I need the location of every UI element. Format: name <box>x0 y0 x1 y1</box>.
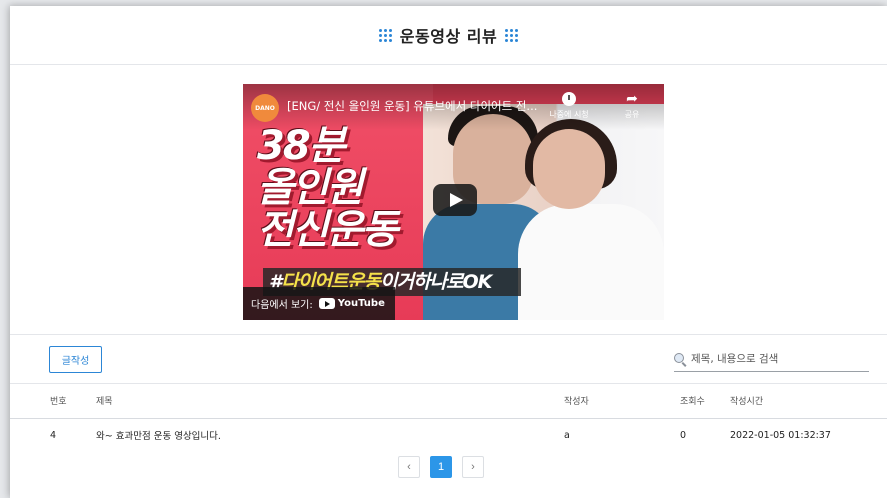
review-board-card: 운동영상 리뷰 38분 올인원 전신운동 #다이어트운동이거하나로OK DANO… <box>10 6 887 498</box>
page-header: 운동영상 리뷰 <box>10 6 887 65</box>
share-button[interactable]: ➦ 공유 <box>617 92 647 120</box>
watch-on-label: 다음에서 보기: <box>251 300 313 311</box>
thumbnail-text-line1: 38분 <box>257 123 345 169</box>
search-input[interactable] <box>691 353 866 365</box>
youtube-play-icon <box>318 298 335 309</box>
play-button[interactable] <box>433 184 477 216</box>
column-header-title: 제목 <box>80 384 564 419</box>
column-header-time: 작성시간 <box>730 384 887 419</box>
write-post-button[interactable]: 글작성 <box>49 346 102 373</box>
watch-on-youtube-link[interactable]: 다음에서 보기: YouTube <box>243 287 395 320</box>
column-header-no: 번호 <box>10 384 80 419</box>
table-row[interactable]: 4 와~ 효과만점 운동 영상입니다. a 0 2022-01-05 01:32… <box>10 418 887 452</box>
video-section: 38분 올인원 전신운동 #다이어트운동이거하나로OK DANO [ENG/ 전… <box>10 65 887 335</box>
cell-author: a <box>564 429 570 441</box>
thumbnail-text-line2: 올인원 <box>257 165 363 211</box>
board-toolbar: 글작성 <box>10 335 887 384</box>
channel-logo[interactable]: DANO <box>251 94 279 122</box>
title-wrap: 운동영상 리뷰 <box>378 23 519 47</box>
banner-suffix: 이거하나로OK <box>380 271 492 293</box>
cell-no: 4 <box>50 429 57 441</box>
page-number-button[interactable]: 1 <box>430 456 452 478</box>
thumbnail-person-right-face <box>533 129 605 209</box>
watch-later-label: 나중에 시청 <box>549 110 589 119</box>
cell-views: 0 <box>680 429 687 441</box>
video-title-link[interactable]: [ENG/ 전신 올인원 운동] 유튜브에서 다이어트 전... <box>287 98 542 114</box>
grid-dots-icon <box>505 28 519 42</box>
thumbnail-text-line3: 전신운동 <box>257 207 398 253</box>
cell-time: 2022-01-05 01:32:37 <box>730 429 831 441</box>
page-title: 운동영상 리뷰 <box>399 27 498 46</box>
column-header-author: 작성자 <box>564 384 680 419</box>
share-label: 공유 <box>624 110 640 119</box>
column-header-views: 조회수 <box>680 384 730 419</box>
thumbnail-person-right-shirt <box>518 204 664 320</box>
youtube-logo: YouTube <box>318 298 385 309</box>
watch-later-button[interactable]: 나중에 시청 <box>543 92 595 120</box>
prev-page-button[interactable]: ‹ <box>398 456 420 478</box>
table-header-row: 번호 제목 작성자 조회수 작성시간 <box>10 384 887 419</box>
post-table: 번호 제목 작성자 조회수 작성시간 4 와~ 효과만점 운동 영상입니다. a… <box>10 384 887 452</box>
share-arrow-icon: ➦ <box>626 91 638 107</box>
search-icon[interactable] <box>674 352 687 366</box>
grid-dots-icon <box>378 28 392 42</box>
cell-title-link[interactable]: 와~ 효과만점 운동 영상입니다. <box>80 418 564 452</box>
youtube-embed[interactable]: 38분 올인원 전신운동 #다이어트운동이거하나로OK DANO [ENG/ 전… <box>243 84 664 320</box>
pagination: ‹ 1 › <box>398 456 484 478</box>
clock-icon <box>562 92 576 106</box>
youtube-wordmark: YouTube <box>337 298 385 309</box>
next-page-button[interactable]: › <box>462 456 484 478</box>
search-box <box>674 347 869 372</box>
